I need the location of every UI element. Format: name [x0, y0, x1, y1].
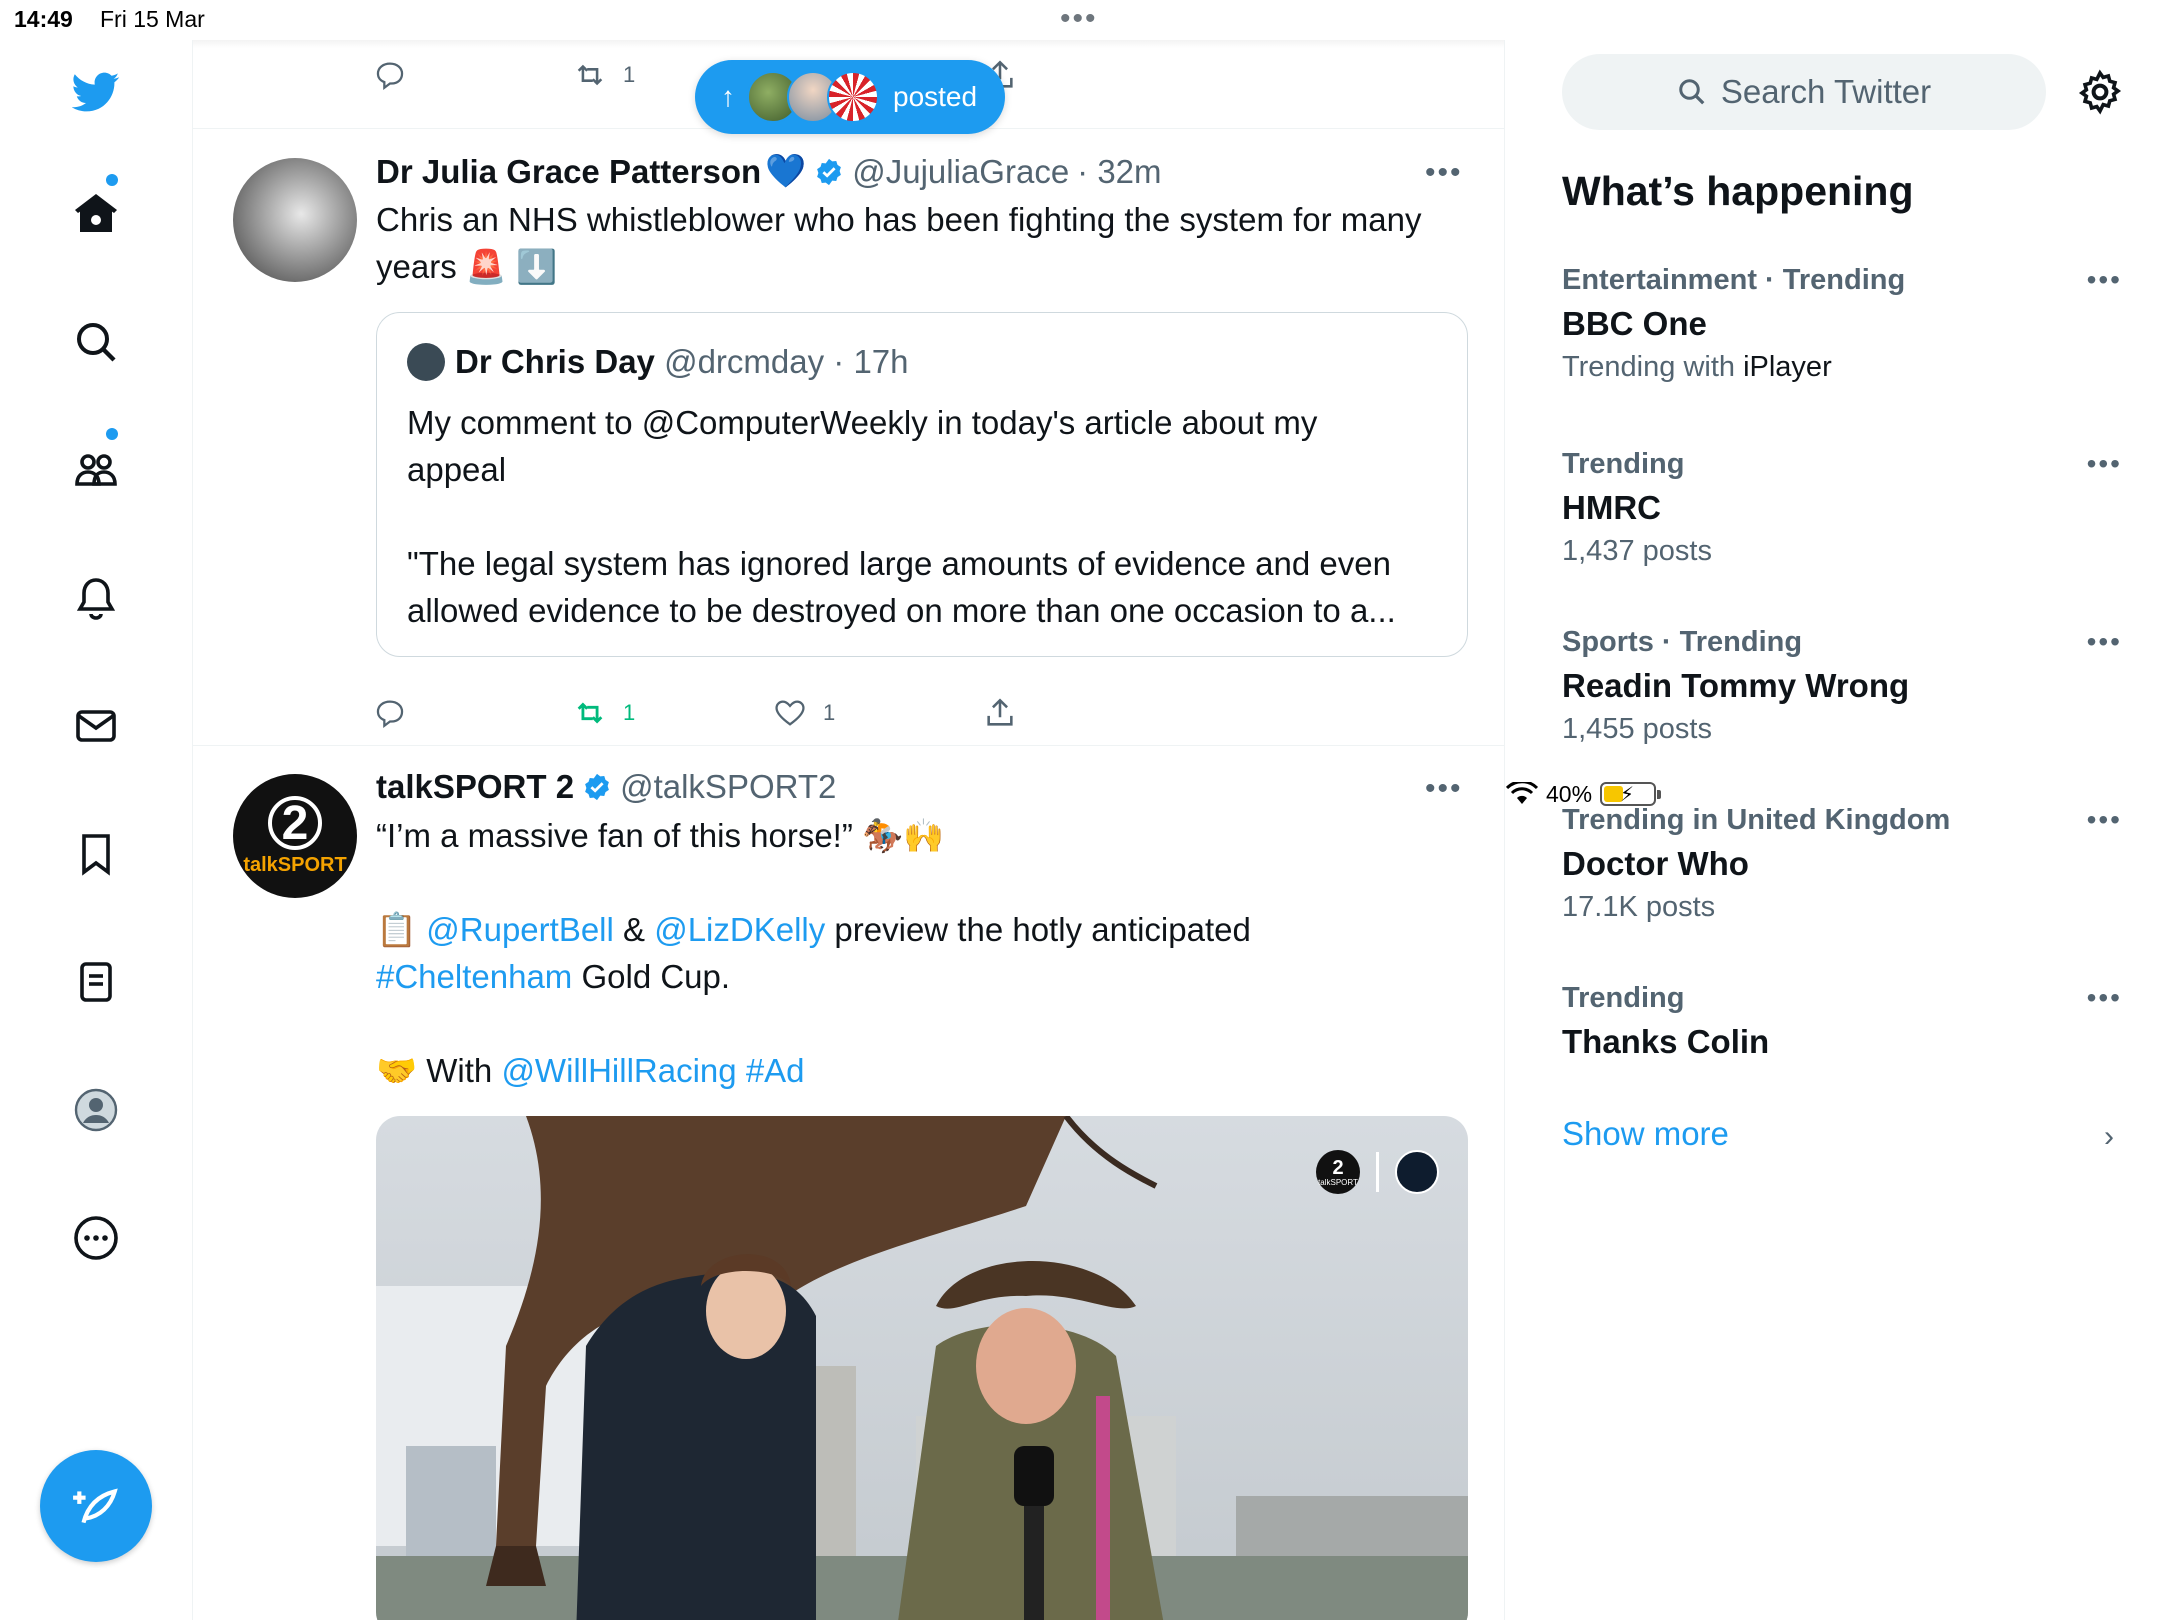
talksport-logo-icon: 2 talkSPORT	[1316, 1150, 1360, 1194]
home-notification-dot	[106, 174, 118, 186]
trend-item[interactable]: Entertainment · Trending BBC One Trendin…	[1562, 264, 2122, 384]
tweet-time[interactable]: · 32m	[1077, 153, 1161, 191]
trend-item[interactable]: Trending Thanks Colin •••	[1562, 982, 2122, 1061]
new-posts-pill[interactable]: ↑ posted	[695, 60, 1005, 134]
reply-button[interactable]	[373, 696, 407, 730]
search-icon[interactable]	[66, 312, 126, 372]
left-navigation	[0, 40, 193, 1620]
reply-icon	[376, 62, 404, 91]
like-button[interactable]: 1	[773, 696, 835, 730]
trend-more-options-icon[interactable]: •••	[2087, 982, 2122, 1014]
video-frame	[376, 1116, 1468, 1620]
quoted-tweet-header: Dr Chris Day @drcmday · 17h	[455, 343, 909, 381]
avatar[interactable]	[233, 158, 357, 282]
section-title: What’s happening	[1562, 168, 1914, 214]
settings-gear-icon[interactable]	[2076, 68, 2124, 116]
avatar	[827, 71, 879, 123]
trend-more-options-icon[interactable]: •••	[2087, 448, 2122, 480]
right-sidebar: Search Twitter What’s happening Entertai…	[1506, 40, 2160, 1620]
retweet-count: 1	[623, 62, 636, 87]
mention-link[interactable]: @WillHillRacing	[501, 1052, 736, 1089]
more-icon[interactable]	[66, 1208, 126, 1268]
timeline: 1 ↑ posted Dr Julia Grace Patterson 💙 @J…	[193, 40, 1505, 1620]
trend-more-options-icon[interactable]: •••	[2087, 626, 2122, 658]
multitasking-dots-icon[interactable]: •••	[1060, 2, 1098, 36]
tweet-text: Chris an NHS whistleblower who has been …	[376, 201, 1422, 285]
broadcast-logos: 2 talkSPORT	[1316, 1150, 1439, 1194]
verified-badge-icon	[817, 158, 842, 185]
bookmarks-icon[interactable]	[66, 824, 126, 884]
tweet-header: talkSPORT 2 @talkSPORT2	[376, 768, 836, 806]
like-count: 1	[823, 700, 836, 725]
verified-badge-icon	[585, 773, 609, 801]
mention-link[interactable]: @LizDKelly	[654, 911, 825, 948]
show-more-link[interactable]: Show more	[1562, 1115, 1729, 1153]
posted-label: posted	[893, 81, 978, 112]
retweet-button[interactable]: 1	[573, 696, 635, 730]
feather-plus-icon	[73, 1488, 118, 1524]
avatar[interactable]: 2 talkSPORT	[233, 774, 357, 898]
communities-icon[interactable]	[66, 440, 126, 500]
tweet-header: Dr Julia Grace Patterson 💙 @JujuliaGrace…	[376, 152, 1162, 191]
author-name[interactable]: talkSPORT 2	[376, 768, 574, 806]
tweet-video[interactable]: 2 talkSPORT	[376, 1116, 1468, 1620]
trend-more-options-icon[interactable]: •••	[2087, 804, 2122, 836]
emoji: 🚨 ⬇️	[465, 248, 558, 285]
author-handle[interactable]: @talkSPORT2	[620, 768, 836, 806]
author-name[interactable]: Dr Julia Grace Patterson	[376, 153, 761, 191]
quoted-author-handle: @drcmday	[664, 343, 825, 380]
tweet-more-options-icon[interactable]: •••	[1425, 156, 1463, 190]
hashtag-link[interactable]: #Ad	[746, 1052, 805, 1089]
home-icon[interactable]	[66, 184, 126, 244]
search-icon	[1679, 79, 1705, 105]
mention-link[interactable]: @RupertBell	[426, 911, 614, 948]
share-button[interactable]	[983, 696, 1017, 730]
tweet-text: “I’m a massive fan of this horse!” 🏇🙌 📋 …	[376, 817, 1251, 1089]
twitter-logo-icon[interactable]	[66, 62, 126, 122]
clipboard-emoji: 📋	[376, 911, 418, 948]
reply-icon	[376, 700, 404, 729]
retweet-button[interactable]: 1	[573, 58, 635, 92]
blue-heart-emoji: 💙	[765, 152, 807, 189]
retweet-count: 1	[623, 700, 636, 725]
author-handle[interactable]: @JujuliaGrace	[852, 153, 1069, 191]
reply-button[interactable]	[373, 58, 407, 92]
tweet-more-options-icon[interactable]: •••	[1425, 772, 1463, 806]
trend-more-options-icon[interactable]: •••	[2087, 264, 2122, 296]
status-bar: 14:49 Fri 15 Mar ••• 40% ⚡	[0, 0, 2160, 807]
heart-icon	[775, 700, 805, 726]
lists-icon[interactable]	[66, 952, 126, 1012]
chevron-right-icon: ›	[2104, 1120, 2114, 1153]
profile-icon[interactable]	[66, 1080, 126, 1140]
compose-tweet-button[interactable]	[40, 1450, 152, 1562]
hashtag-link[interactable]: #Cheltenham	[376, 958, 572, 995]
search-input[interactable]: Search Twitter	[1562, 54, 2046, 130]
quoted-tweet-text: My comment to @ComputerWeekly in today's…	[407, 404, 1396, 629]
notifications-icon[interactable]	[66, 568, 126, 628]
status-date: Fri 15 Mar	[100, 6, 205, 32]
communities-notification-dot	[106, 428, 118, 440]
share-icon	[987, 698, 1013, 726]
status-time: 14:49	[14, 6, 73, 32]
retweet-icon	[577, 64, 603, 86]
trend-item[interactable]: Trending HMRC 1,437 posts •••	[1562, 448, 2122, 568]
quoted-tweet[interactable]: Dr Chris Day @drcmday · 17h My comment t…	[376, 312, 1468, 657]
retweet-icon	[577, 702, 603, 724]
arrow-up-icon: ↑	[721, 81, 735, 112]
trend-item[interactable]: Sports · Trending Readin Tommy Wrong 1,4…	[1562, 626, 2122, 746]
handshake-emoji: 🤝	[376, 1052, 418, 1089]
quoted-author-name: Dr Chris Day	[455, 343, 655, 380]
search-placeholder: Search Twitter	[1720, 73, 1932, 110]
avatar	[407, 343, 445, 381]
trend-item[interactable]: Trending in United Kingdom Doctor Who 17…	[1562, 804, 2122, 924]
quoted-tweet-time: · 17h	[833, 343, 909, 380]
william-hill-logo-icon	[1395, 1150, 1439, 1194]
messages-icon[interactable]	[66, 696, 126, 756]
